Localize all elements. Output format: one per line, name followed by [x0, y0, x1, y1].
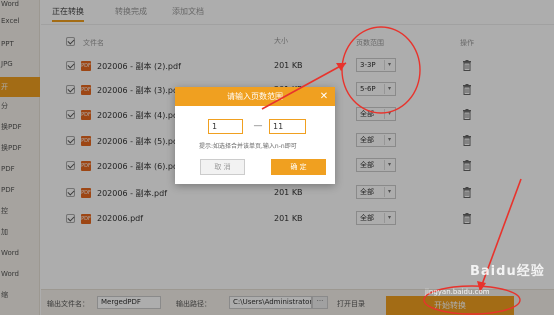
annotation-arrow-line-1 — [261, 62, 347, 110]
watermark-logo-text: Baidu经验 — [470, 264, 545, 279]
annotation-circle-range — [341, 26, 421, 114]
watermark-url: jingyan.baidu.com — [425, 288, 490, 296]
